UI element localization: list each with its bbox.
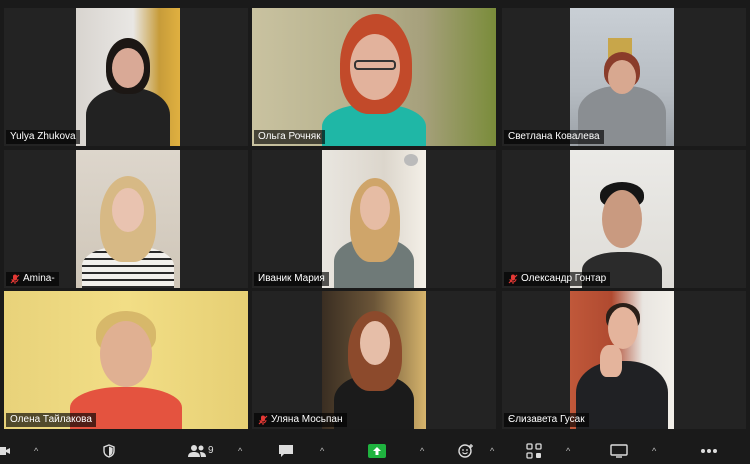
participant-tile-yelyzaveta-husak[interactable]: Єлизавета Гусак [502, 291, 746, 429]
reactions-options-caret[interactable]: ^ [490, 437, 494, 464]
apps-icon [526, 442, 542, 459]
participant-tile-ivanyk-mariya[interactable]: Иваник Мария [252, 150, 496, 288]
meeting-toolbar: ^ 9 ^ ^ ^ ^ ^ ^ [0, 437, 750, 464]
participant-nameplate: Светлана Ковалева [504, 130, 604, 144]
participant-figure [56, 291, 196, 429]
share-screen-icon [368, 443, 386, 458]
participant-nameplate: Олександр Гонтар [504, 272, 611, 286]
participant-nameplate: Yulya Zhukova [6, 130, 80, 144]
participant-figure [572, 150, 672, 288]
participant-nameplate: Иваник Мария [254, 272, 329, 286]
caret-up-icon: ^ [490, 445, 495, 456]
chat-button[interactable] [278, 437, 294, 464]
reactions-button[interactable] [458, 437, 474, 464]
participant-video [76, 150, 180, 288]
participant-video [570, 291, 674, 429]
participant-nameplate: Уляна Мосьпан [254, 413, 347, 427]
more-button[interactable] [700, 437, 718, 464]
apps-options-caret[interactable]: ^ [566, 437, 570, 464]
caret-up-icon: ^ [652, 445, 657, 456]
security-icon [103, 443, 115, 458]
participant-video [570, 150, 674, 288]
video-grid: Yulya Zhukova Ольга Рочняк Светлана Кова… [0, 0, 750, 437]
participant-figure [572, 8, 672, 146]
mic-muted-icon [258, 415, 268, 425]
participant-video [570, 8, 674, 146]
mic-muted-icon [10, 274, 20, 284]
caret-up-icon: ^ [238, 445, 243, 456]
chat-options-caret[interactable]: ^ [320, 437, 324, 464]
participant-name: Светлана Ковалева [508, 131, 600, 142]
participants-icon [188, 444, 206, 457]
participant-name: Amina- [23, 273, 55, 284]
participant-video [76, 8, 180, 146]
participant-tile-yulya-zhukova[interactable]: Yulya Zhukova [4, 8, 248, 146]
whiteboard-options-caret[interactable]: ^ [652, 437, 656, 464]
security-button[interactable] [102, 437, 116, 464]
participant-name: Олександр Гонтар [521, 273, 607, 284]
participant-tile-olena-tailakova[interactable]: Олена Тайлакова [4, 291, 248, 429]
reactions-icon [458, 443, 473, 458]
participant-figure [78, 8, 178, 146]
participant-figure [324, 150, 424, 288]
participant-tile-svetlana-kovaleva[interactable]: Светлана Ковалева [502, 8, 746, 146]
more-icon [701, 448, 717, 453]
apps-button[interactable] [526, 437, 542, 464]
participants-count: 9 [208, 445, 214, 456]
participant-nameplate: Олена Тайлакова [6, 413, 96, 427]
participant-nameplate: Ольга Рочняк [254, 130, 325, 144]
share-screen-button[interactable] [368, 437, 386, 464]
participant-video [322, 291, 426, 429]
participant-video [322, 150, 426, 288]
stop-video-button[interactable] [0, 437, 10, 464]
video-options-caret[interactable]: ^ [34, 437, 38, 464]
participant-name: Yulya Zhukova [10, 131, 76, 142]
share-options-caret[interactable]: ^ [420, 437, 424, 464]
chat-icon [279, 444, 293, 457]
participant-name: Ольга Рочняк [258, 131, 321, 142]
participant-video [252, 8, 496, 146]
participant-figure [304, 8, 444, 146]
whiteboard-icon [610, 443, 628, 458]
participant-video [4, 291, 248, 429]
participant-name: Олена Тайлакова [10, 414, 92, 425]
participant-name: Уляна Мосьпан [271, 414, 343, 425]
caret-up-icon: ^ [566, 445, 571, 456]
participants-button[interactable]: 9 [188, 437, 214, 464]
caret-up-icon: ^ [320, 445, 325, 456]
participant-name: Иваник Мария [258, 273, 325, 284]
participants-options-caret[interactable]: ^ [238, 437, 242, 464]
participant-tile-uliana-mospan[interactable]: Уляна Мосьпан [252, 291, 496, 429]
mic-muted-icon [508, 274, 518, 284]
participant-name: Єлизавета Гусак [508, 414, 585, 425]
caret-up-icon: ^ [34, 445, 39, 456]
participant-tile-oleksandr-hontar[interactable]: Олександр Гонтар [502, 150, 746, 288]
participant-figure [572, 291, 672, 429]
participant-tile-amina[interactable]: Amina- [4, 150, 248, 288]
participant-figure [78, 150, 178, 288]
whiteboard-button[interactable] [610, 437, 628, 464]
participant-nameplate: Amina- [6, 272, 59, 286]
participant-tile-olga-rochnyak[interactable]: Ольга Рочняк [252, 8, 496, 146]
video-icon [0, 446, 10, 455]
caret-up-icon: ^ [420, 445, 425, 456]
participant-nameplate: Єлизавета Гусак [504, 413, 589, 427]
participant-figure [324, 291, 424, 429]
